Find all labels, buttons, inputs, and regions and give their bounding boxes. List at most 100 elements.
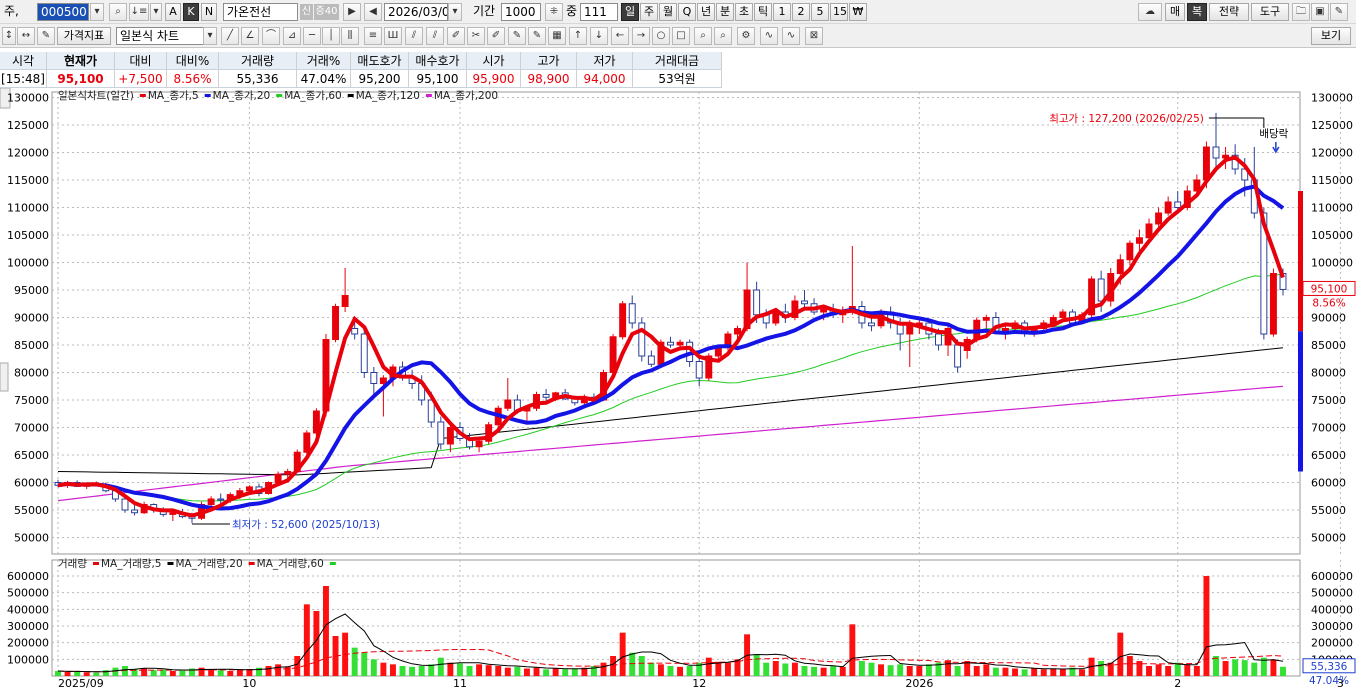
multi-view-button[interactable]: 복 [1187,3,1207,21]
volume-tick-left: 500000 [7,587,49,600]
volume-bar [648,662,655,676]
cloud-icon[interactable]: ☁ [1138,3,1162,21]
prev-arrow-icon[interactable]: ◀ [364,3,382,21]
sort-dropdown-icon[interactable]: ▾ [150,3,162,21]
folder-icon[interactable]: 🗀 [1292,3,1310,21]
candle-body [341,295,349,307]
sort-icon[interactable]: ↓≡ [129,3,149,21]
price-legend-item: 일본식차트(일간) [58,89,134,102]
period-button[interactable]: 년 [697,3,715,21]
price-tick-right: 75000 [1311,394,1346,407]
period-button[interactable]: 초 [735,3,753,21]
zoom-out-icon[interactable]: ⌕ [714,27,732,45]
quote-value: 47.04% [297,70,351,88]
grid-icon[interactable]: ⫼ [341,27,359,45]
left-arrow-icon[interactable]: ← [611,27,629,45]
volume-bar [897,664,904,676]
volume-bar [236,669,243,676]
volume-bar [83,672,90,676]
volume-bar [830,666,837,676]
marker-icon[interactable]: ✐ [487,27,505,45]
config-icon[interactable]: ⚙ [737,27,755,45]
quote-value: 95,900 [467,70,521,88]
candle-body [475,440,483,448]
period-button[interactable]: 월 [659,3,677,21]
up-arrow-icon[interactable]: ↑ [569,27,587,45]
text-icon[interactable]: ✎ [528,27,546,45]
volume-bar [1050,668,1057,676]
volume-bar [466,666,473,676]
date-field[interactable]: 2026/03/05 [384,3,448,21]
chart-type-select[interactable]: 일본식 차트 [116,27,204,45]
note-icon[interactable]: ✎ [508,27,526,45]
stock-name-field[interactable]: 가온전선 [223,3,298,21]
right-arrow-icon[interactable]: → [632,27,650,45]
fib-icon[interactable]: ≡ [364,27,382,45]
period-button[interactable]: 주 [640,3,658,21]
down-arrow-icon[interactable]: ↓ [590,27,608,45]
period-button[interactable]: 2 [792,3,810,21]
hline-icon[interactable]: ─ [303,27,321,45]
circle-icon[interactable]: ○ [652,27,670,45]
vertical-scroll-icon[interactable]: ↕ [2,27,16,45]
period-button[interactable]: 1 [773,3,791,21]
close-draw-icon[interactable]: ⊠ [805,27,823,45]
volume-bar [523,668,530,676]
period-button[interactable]: 분 [716,3,734,21]
cut-icon[interactable]: ✂ [467,27,485,45]
view-button[interactable]: 보기 [1311,27,1351,45]
trendline-icon[interactable]: ╱ [221,27,239,45]
edit-icon[interactable]: ✎ [37,27,55,45]
count-input[interactable]: 111 [580,3,618,21]
settings-icon[interactable]: ✎ [1330,3,1348,21]
zoom-in-icon[interactable]: ⌕ [694,27,712,45]
price-tick-left: 60000 [14,477,49,490]
candle-body [1269,273,1277,335]
rect-icon[interactable]: □ [672,27,690,45]
period-button[interactable]: Q [678,3,696,21]
code-dropdown-icon[interactable]: ▾ [90,3,104,21]
period-button[interactable]: ₩ [849,3,867,21]
tools-button[interactable]: 도구 [1251,3,1289,21]
range-icon[interactable]: ⁜ [545,3,563,21]
period-button[interactable]: 5 [811,3,829,21]
candle-body [676,341,684,346]
stock-code-input[interactable]: 000500 [37,3,89,21]
arc-icon[interactable]: ⌒ [262,27,280,45]
price-indicator-button[interactable]: 가격지표 [57,27,111,45]
chart-type-dropdown-icon[interactable]: ▾ [203,27,217,45]
wave2-icon[interactable]: ∿ [782,27,800,45]
fan-icon[interactable]: ⊿ [283,27,301,45]
quote-header: 대비 [115,52,167,70]
volume-bar [906,666,913,676]
n-button[interactable]: N [201,3,217,21]
quote-header: 매도호가 [351,52,409,70]
candle-body [868,322,875,327]
quote-header: 시각 [0,52,47,70]
pen-icon[interactable]: ✐ [447,27,465,45]
a-button[interactable]: A [165,3,181,21]
k-button[interactable]: K [183,3,199,21]
calendar-dropdown-icon[interactable]: ▾ [448,3,462,21]
cycle-icon[interactable]: Ш [384,27,402,45]
angle-icon[interactable]: ∠ [241,27,259,45]
period-button[interactable]: 틱 [754,3,772,21]
single-view-button[interactable]: 매 [1165,3,1185,21]
period-button[interactable]: 15 [830,3,848,21]
channel-icon[interactable]: ⫽ [405,27,423,45]
next-arrow-icon[interactable]: ▶ [343,3,361,21]
period-input[interactable]: 1000 [501,3,541,21]
period-button[interactable]: 일 [621,3,639,21]
strategy-button[interactable]: 전략 [1209,3,1249,21]
search-icon[interactable]: ⌕ [109,3,127,21]
date-label: 2025/09 [58,677,104,689]
volume-bar [638,656,645,676]
wave-icon[interactable]: ∿ [760,27,778,45]
price-chart[interactable]: 130000 130000125000 125000120000 1200001150… [0,88,1356,689]
vline-icon[interactable]: │ [322,27,340,45]
horizontal-arrows-icon[interactable]: ↔ [17,27,35,45]
parallel-icon[interactable]: ⫽ [426,27,444,45]
pattern-icon[interactable]: ▦ [548,27,566,45]
volume-bar [485,665,492,676]
save-icon[interactable]: ▣ [1311,3,1329,21]
